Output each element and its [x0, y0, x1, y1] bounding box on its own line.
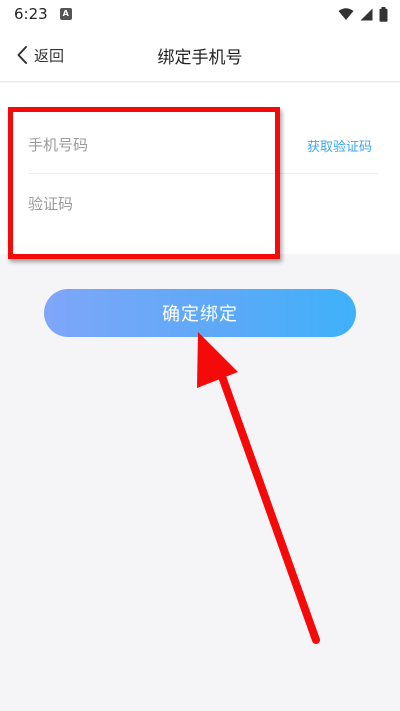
- app-badge-letter: A: [62, 9, 69, 18]
- verification-code-input[interactable]: [28, 195, 268, 213]
- status-time: 6:23: [14, 5, 48, 23]
- phone-input[interactable]: [28, 135, 268, 154]
- header-gap: [0, 83, 400, 100]
- nav-bar: 返回 绑定手机号: [0, 28, 400, 82]
- get-code-button[interactable]: 获取验证码: [307, 116, 372, 174]
- chevron-left-icon: [17, 46, 27, 64]
- back-label: 返回: [34, 46, 65, 65]
- status-bar: 6:23 A: [0, 0, 400, 28]
- status-icons: [338, 6, 388, 22]
- signal-icon: [360, 8, 373, 20]
- app-notification-icon: A: [59, 8, 72, 20]
- bind-phone-form: 获取验证码: [0, 100, 400, 254]
- wifi-icon: [338, 7, 354, 20]
- code-row: [28, 175, 378, 233]
- confirm-bind-button[interactable]: 确定绑定: [44, 289, 356, 337]
- back-button[interactable]: 返回: [16, 28, 64, 82]
- battery-icon: [379, 6, 388, 22]
